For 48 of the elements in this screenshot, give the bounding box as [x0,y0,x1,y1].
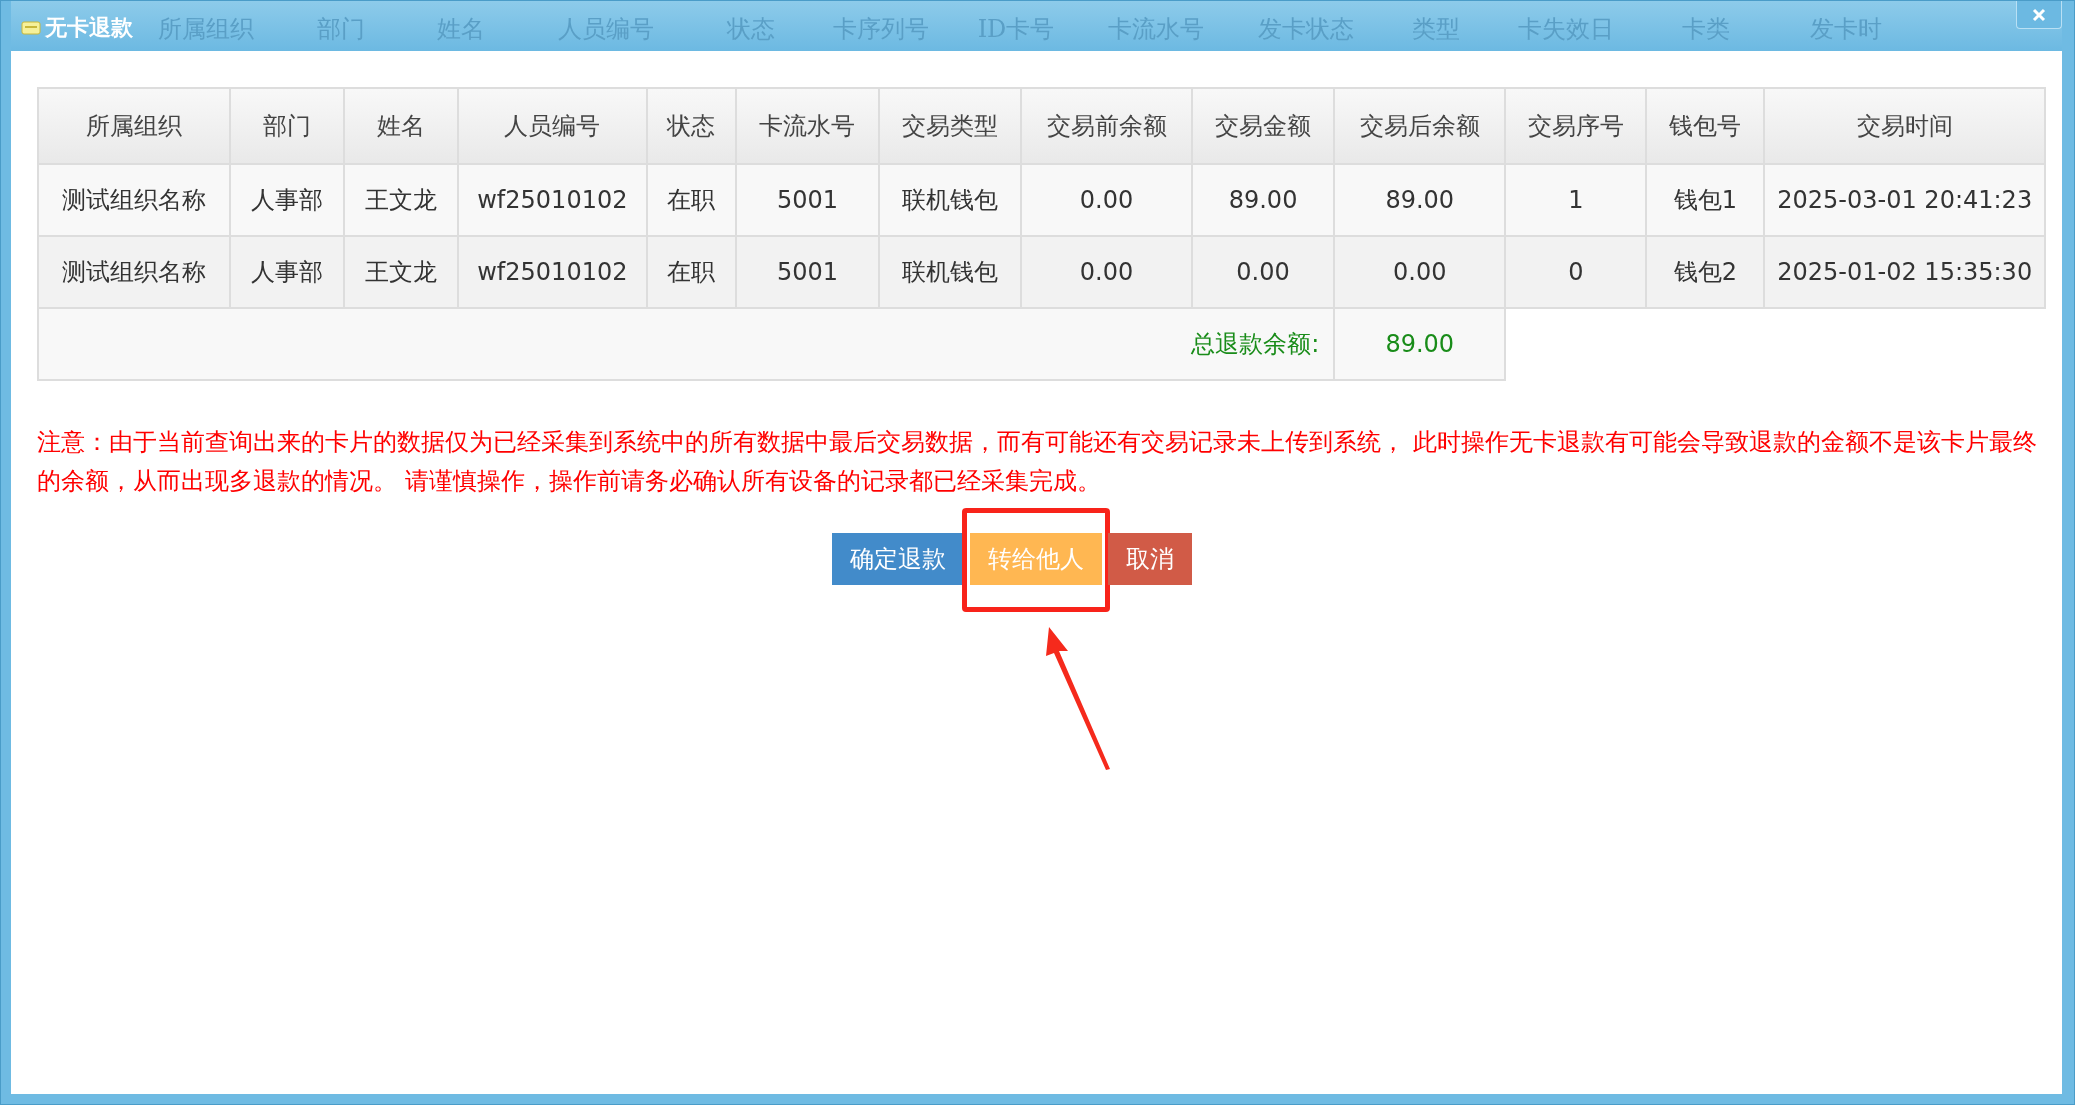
table-cell: 人事部 [229,236,344,308]
table-cell: 在职 [646,236,736,308]
column-header: 卡流水号 [735,88,880,164]
table-cell: 0.00 [1334,236,1506,308]
table-cell: 王文龙 [343,236,458,308]
column-header: 钱包号 [1646,88,1765,164]
table-cell: 联机钱包 [879,236,1022,308]
table-cell: 联机钱包 [879,164,1022,236]
card-icon [21,21,41,35]
dialog-button[interactable]: 确定退款 [831,533,964,585]
close-button[interactable] [2016,1,2062,29]
table-cell: 2025-03-01 20:41:23 [1764,164,2045,236]
column-header: 人员编号 [457,88,647,164]
column-header: 交易类型 [879,88,1022,164]
table-cell: wf25010102 [457,236,647,308]
column-header: 交易序号 [1505,88,1647,164]
column-header: 交易后余额 [1334,88,1506,164]
table-cell: 0.00 [1021,164,1192,236]
table-cell: 0.00 [1021,236,1192,308]
window-title: 无卡退款 [45,14,133,42]
column-header: 交易前余额 [1021,88,1192,164]
column-header: 交易金额 [1191,88,1335,164]
column-header: 姓名 [343,88,458,164]
table-cell: 测试组织名称 [38,236,230,308]
column-header: 所属组织 [38,88,230,164]
table-cell: 2025-01-02 15:35:30 [1764,236,2045,308]
table-cell: 人事部 [229,164,344,236]
table-cell: 89.00 [1191,164,1335,236]
table-cell: 在职 [646,164,736,236]
dialog-button[interactable]: 取消 [1107,533,1192,585]
table-cell: 测试组织名称 [38,164,230,236]
column-header: 状态 [646,88,736,164]
table-cell: 5001 [735,236,880,308]
table-cell: 王文龙 [343,164,458,236]
total-label: 总退款余额: [38,308,1335,380]
table-cell: 1 [1505,164,1647,236]
total-value: 89.00 [1334,308,1506,380]
column-header: 交易时间 [1764,88,2045,164]
table-cell: 89.00 [1334,164,1506,236]
table-cell: 5001 [735,164,880,236]
table-cell: 钱包2 [1646,236,1765,308]
close-icon [2031,6,2047,23]
table-cell: 钱包1 [1646,164,1765,236]
table-cell: wf25010102 [457,164,647,236]
warning-notice: 注意：由于当前查询出来的卡片的数据仅为已经采集到系统中的所有数据中最后交易数据，而有可能还有交易记录未上传到系统， 此时操作无卡退款有可能会导致退款的金额不是该卡片最终的余额，从而出现多退款的情况。 请谨慎操作，操作前请务必确认所有设备的记录都已经采集完成。 [37,427,2038,497]
table-cell: 0.00 [1191,236,1335,308]
table-cell: 0 [1505,236,1647,308]
column-header: 部门 [229,88,344,164]
